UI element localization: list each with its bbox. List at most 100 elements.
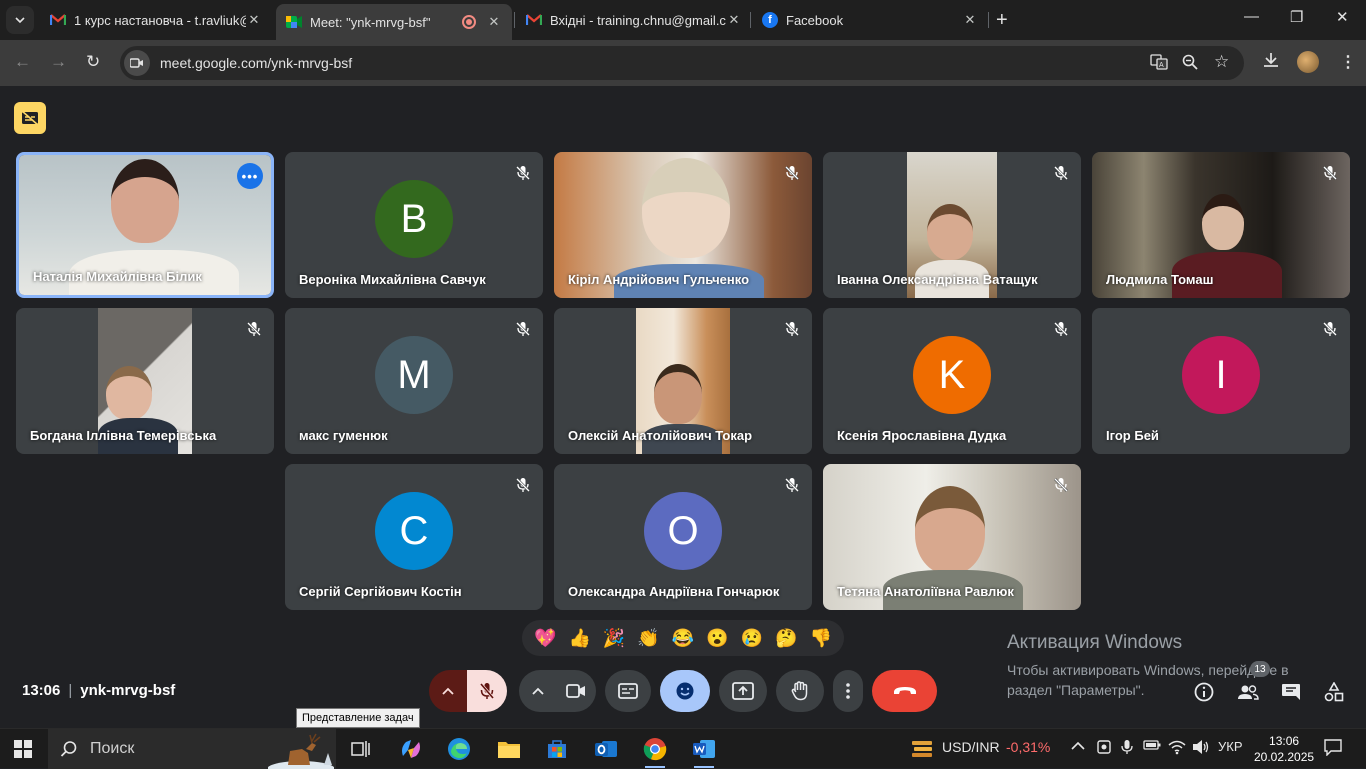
windows-taskbar: Поиск USD/INR -0,31% УКР 13:06 20.02.202…	[0, 728, 1366, 769]
outlook-icon[interactable]	[592, 735, 620, 763]
chevron-up-icon	[442, 687, 454, 695]
close-tab-icon[interactable]: ✕	[246, 12, 262, 28]
tab-search-button[interactable]	[6, 6, 34, 34]
translate-icon[interactable]: A	[1150, 54, 1168, 74]
download-icon[interactable]	[1263, 52, 1279, 73]
participant-tile[interactable]: B Вероніка Михайлівна Савчук	[285, 152, 543, 298]
site-info-icon[interactable]	[124, 50, 150, 76]
gmail-icon	[526, 12, 542, 28]
tab-separator	[988, 12, 989, 28]
more-vert-icon	[846, 683, 850, 699]
restore-icon[interactable]: ❐	[1290, 8, 1303, 26]
bookmark-star-icon[interactable]: ☆	[1214, 52, 1229, 72]
tab-meet[interactable]: Meet: "ynk-mrvg-bsf" ✕	[276, 4, 512, 40]
tab-gmail-course[interactable]: 1 курс настановча - t.ravliuk@ ✕	[40, 4, 272, 36]
chat-icon	[1282, 684, 1300, 700]
more-options-button[interactable]	[833, 670, 863, 712]
stocks-icon	[908, 735, 936, 763]
participant-tile[interactable]: C Сергій Сергійович Костін	[285, 464, 543, 610]
reaction-heart-button[interactable]: 💖	[534, 628, 556, 649]
forward-arrow-icon[interactable]: →	[50, 52, 67, 72]
reaction-thumbs-up-button[interactable]: 👍	[568, 628, 590, 649]
microphone-toggle-button[interactable]	[467, 670, 507, 712]
close-tab-icon[interactable]: ✕	[486, 14, 502, 30]
task-view-tooltip: Представление задач	[296, 708, 420, 728]
taskbar-search-box[interactable]: Поиск	[48, 729, 336, 769]
chrome-icon[interactable]	[641, 735, 669, 768]
close-window-icon[interactable]: ✕	[1336, 8, 1349, 26]
reaction-thinking-button[interactable]: 🤔	[775, 628, 797, 649]
new-tab-icon[interactable]: +	[996, 9, 1008, 32]
address-bar[interactable]: meet.google.com/ynk-mrvg-bsf A ☆	[120, 46, 1244, 80]
info-icon	[1194, 682, 1214, 702]
raise-hand-button[interactable]	[776, 670, 824, 712]
clock-date: 20.02.2025	[1254, 750, 1315, 764]
reactions-button[interactable]	[660, 670, 710, 712]
word-icon[interactable]	[690, 735, 718, 768]
show-hidden-icons-icon[interactable]	[1071, 739, 1085, 753]
captions-off-icon[interactable]	[14, 102, 46, 134]
participant-tile[interactable]: Кіріл Андрійович Гульченко	[554, 152, 812, 298]
url-text: meet.google.com/ynk-mrvg-bsf	[160, 55, 353, 71]
leave-call-button[interactable]	[872, 670, 937, 712]
meeting-details-button[interactable]	[1192, 680, 1216, 704]
notifications-icon[interactable]	[1324, 738, 1342, 759]
close-tab-icon[interactable]: ✕	[962, 12, 978, 28]
participant-tile[interactable]: M макс гуменюк	[285, 308, 543, 454]
meet-tray-icon[interactable]	[1096, 739, 1112, 758]
microphone-tray-icon[interactable]	[1121, 739, 1133, 758]
search-label: Поиск	[90, 740, 135, 757]
participant-tile[interactable]: I Ігор Бей	[1092, 308, 1350, 454]
file-explorer-icon[interactable]	[495, 735, 523, 763]
reaction-party-button[interactable]: 🎉	[603, 628, 625, 649]
copilot-icon[interactable]	[397, 735, 425, 763]
more-menu-icon[interactable]: ⋮	[1340, 52, 1356, 72]
reload-icon[interactable]: ↻	[86, 52, 100, 72]
reaction-surprised-button[interactable]: 😮	[706, 628, 728, 649]
captions-button[interactable]	[605, 670, 651, 712]
tab-facebook[interactable]: f Facebook ✕	[752, 4, 988, 36]
edge-icon[interactable]	[445, 735, 473, 763]
camera-toggle-button[interactable]	[556, 670, 596, 712]
participant-tile[interactable]: Тетяна Анатоліївна Равлюк	[823, 464, 1081, 610]
participant-tile[interactable]: Людмила Томаш	[1092, 152, 1350, 298]
participant-tile[interactable]: K Ксенія Ярославівна Дудка	[823, 308, 1081, 454]
participant-tile[interactable]: O Олександра Андріївна Гончарюк	[554, 464, 812, 610]
battery-icon[interactable]	[1143, 739, 1161, 754]
close-tab-icon[interactable]: ✕	[726, 12, 742, 28]
participant-name: Іванна Олександрівна Ватащук	[837, 272, 1038, 287]
volume-icon[interactable]	[1192, 739, 1210, 758]
more-options-button[interactable]: •••	[237, 163, 263, 189]
activation-text-line: Чтобы активировать Windows, перейдите в	[1007, 662, 1289, 678]
wifi-icon[interactable]	[1168, 739, 1186, 758]
recording-indicator-icon	[462, 15, 476, 29]
people-button[interactable]	[1236, 680, 1260, 704]
zoom-icon[interactable]	[1182, 54, 1198, 74]
gmail-icon	[50, 12, 66, 28]
profile-avatar[interactable]	[1297, 51, 1319, 73]
participant-tile[interactable]: Олексій Анатолійович Токар	[554, 308, 812, 454]
task-view-icon[interactable]	[347, 735, 375, 763]
meeting-info: 13:06 | ynk-mrvg-bsf	[22, 682, 175, 699]
mic-off-icon	[516, 166, 530, 180]
present-screen-button[interactable]	[719, 670, 767, 712]
video-options-button[interactable]	[519, 670, 557, 712]
participant-tile[interactable]: ••• Наталія Михайлівна Білик	[16, 152, 274, 298]
audio-options-button[interactable]	[429, 670, 467, 712]
input-language[interactable]: УКР	[1218, 739, 1243, 754]
taskbar-clock[interactable]: 13:06 20.02.2025	[1254, 733, 1314, 765]
reaction-thumbs-down-button[interactable]: 👎	[810, 628, 832, 649]
participant-name: Сергій Сергійович Костін	[299, 584, 462, 599]
reaction-laugh-button[interactable]: 😂	[672, 628, 694, 649]
reaction-clap-button[interactable]: 👏	[637, 628, 659, 649]
back-arrow-icon[interactable]: ←	[14, 52, 31, 72]
chat-button[interactable]	[1279, 680, 1303, 704]
participant-tile[interactable]: Іванна Олександрівна Ватащук	[823, 152, 1081, 298]
microsoft-store-icon[interactable]	[543, 735, 571, 763]
participant-tile[interactable]: Богдана Іллівна Темерівська	[16, 308, 274, 454]
reaction-sad-button[interactable]: 😢	[741, 628, 763, 649]
tab-gmail-inbox[interactable]: Вхідні - training.chnu@gmail.co ✕	[516, 4, 752, 36]
minimize-icon[interactable]: —	[1244, 8, 1259, 25]
windows-start-icon[interactable]	[14, 740, 32, 758]
activities-button[interactable]	[1322, 680, 1346, 704]
